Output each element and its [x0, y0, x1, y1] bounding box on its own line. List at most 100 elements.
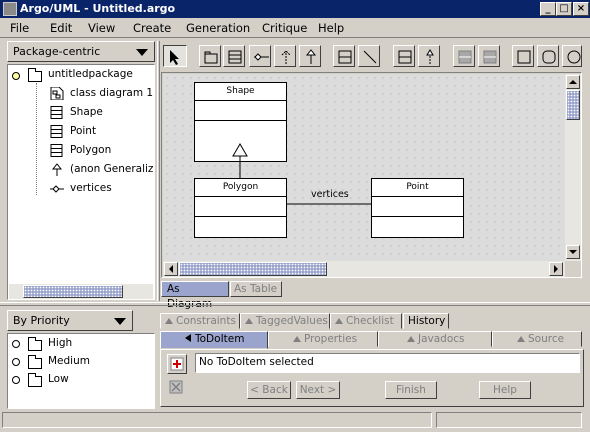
triangle-up-icon: [335, 318, 343, 324]
add-operation-tool[interactable]: [478, 45, 500, 67]
scroll-thumb[interactable]: [179, 262, 327, 276]
close-button[interactable]: ×: [573, 2, 589, 16]
line-tool[interactable]: [358, 45, 380, 67]
triangle-up-icon: [165, 318, 173, 324]
line-icon: [363, 50, 377, 64]
menu-create[interactable]: Create: [133, 21, 171, 35]
menu-help[interactable]: Help: [318, 21, 344, 35]
diagram-canvas[interactable]: Shape Polygon Point vertices: [163, 74, 565, 261]
realization-tool[interactable]: [418, 45, 440, 67]
rectangle-tool[interactable]: [512, 45, 534, 67]
tree-node-shape[interactable]: Shape: [50, 105, 153, 121]
add-attribute-tool[interactable]: [453, 45, 475, 67]
tree-node-label: (anon Generalizat: [70, 163, 153, 175]
menu-critique[interactable]: Critique: [262, 21, 307, 35]
todo-item-medium[interactable]: Medium: [28, 354, 148, 370]
association-label: vertices: [311, 189, 349, 200]
tab-todoitem[interactable]: ToDoItem: [160, 331, 268, 349]
menu-generation[interactable]: Generation: [186, 21, 250, 35]
tree-hscrollbar[interactable]: [9, 284, 153, 299]
expanded-node-icon: [12, 72, 20, 80]
class-name: Polygon: [195, 179, 286, 197]
rounded-rectangle-tool[interactable]: [537, 45, 559, 67]
perspective-label: Package-centric: [13, 45, 101, 58]
scroll-left-button[interactable]: [164, 262, 178, 276]
generalization-tool[interactable]: [299, 45, 321, 67]
tab-constraints[interactable]: Constraints: [160, 313, 240, 329]
class-icon: [50, 144, 63, 157]
tree-node-generalization[interactable]: (anon Generalizat: [50, 162, 153, 178]
tree-node-label: class diagram 1: [70, 87, 154, 99]
todo-item-low[interactable]: Low: [28, 372, 148, 388]
maximize-button[interactable]: □: [556, 2, 572, 16]
triangle-left-icon: [185, 334, 191, 342]
tab-label: Source: [528, 333, 565, 345]
tree-node-point[interactable]: Point: [50, 124, 153, 140]
generalization-icon: [305, 49, 317, 64]
compartment-icon: [458, 50, 472, 64]
class-polygon[interactable]: Polygon: [194, 178, 287, 238]
tab-properties[interactable]: Properties: [268, 331, 378, 347]
tab-history[interactable]: History: [403, 313, 449, 329]
dependency-tool[interactable]: [274, 45, 296, 67]
class-tool[interactable]: [223, 45, 245, 67]
vertical-splitter[interactable]: [157, 41, 160, 301]
help-button[interactable]: Help: [479, 381, 531, 399]
tree-node-package[interactable]: untitledpackage: [28, 67, 153, 83]
perspective-dropdown[interactable]: Package-centric: [7, 41, 155, 62]
scroll-thumb[interactable]: [566, 90, 580, 120]
menu-bar: File Edit View Create Generation Critiqu…: [0, 18, 590, 38]
new-todo-button[interactable]: [167, 354, 187, 374]
menu-view[interactable]: View: [88, 21, 115, 35]
association-tool[interactable]: [249, 45, 271, 67]
chevron-right-icon: [554, 265, 558, 273]
tree-node-polygon[interactable]: Polygon: [50, 143, 153, 159]
circle-tool[interactable]: [562, 45, 582, 67]
menu-file[interactable]: File: [10, 21, 29, 35]
scroll-thumb[interactable]: [23, 285, 123, 298]
tree-node-diagram[interactable]: class diagram 1: [50, 86, 153, 102]
canvas-hscrollbar[interactable]: [163, 261, 565, 277]
scroll-right-button[interactable]: [549, 262, 563, 276]
todo-item-high[interactable]: High: [28, 336, 148, 352]
triangle-up-icon: [517, 336, 525, 342]
todo-tree[interactable]: High Medium Low: [7, 333, 155, 409]
tab-checklist[interactable]: Checklist: [330, 313, 402, 329]
resolve-icon: [169, 380, 183, 394]
tab-label: TaggedValues: [256, 315, 328, 327]
interface-tool[interactable]: [333, 45, 355, 67]
horizontal-splitter[interactable]: [0, 302, 590, 306]
canvas-vscrollbar[interactable]: [565, 74, 581, 261]
package-tool[interactable]: [199, 45, 221, 67]
minimize-button[interactable]: _: [540, 2, 556, 16]
navigator-tree[interactable]: untitledpackage class diagram 1 Shape Po…: [7, 64, 155, 300]
resolve-todo-button[interactable]: [167, 378, 187, 398]
class-name: Point: [372, 179, 463, 197]
select-tool[interactable]: [163, 45, 187, 67]
class-point[interactable]: Point: [371, 178, 464, 238]
priority-dropdown[interactable]: By Priority: [7, 310, 133, 331]
priority-label: By Priority: [13, 314, 70, 327]
menu-edit[interactable]: Edit: [50, 21, 72, 35]
tab-as-table[interactable]: As Table: [230, 281, 282, 297]
package-icon: [204, 51, 218, 64]
diagram-panel: Shape Polygon Point vertices: [161, 72, 582, 278]
rectangle-icon: [517, 50, 531, 64]
tree-node-association[interactable]: vertices: [50, 181, 153, 197]
class-icon: [50, 106, 63, 119]
tab-as-diagram[interactable]: As Diagram: [161, 281, 229, 310]
scroll-down-button[interactable]: [566, 245, 580, 259]
attribute-tool[interactable]: [393, 45, 415, 67]
tab-source[interactable]: Source: [492, 331, 582, 347]
triangle-up-icon: [407, 336, 415, 342]
next-button[interactable]: Next >: [296, 381, 340, 399]
attribute-compartment: [195, 197, 286, 217]
back-button[interactable]: < Back: [247, 381, 291, 399]
tab-javadocs[interactable]: Javadocs: [378, 331, 492, 347]
tab-taggedvalues[interactable]: TaggedValues: [240, 313, 330, 329]
finish-button[interactable]: Finish: [385, 381, 437, 399]
chevron-left-icon: [169, 265, 173, 273]
scroll-up-button[interactable]: [566, 75, 580, 89]
folder-icon: [28, 355, 42, 369]
chevron-up-icon: [569, 80, 577, 84]
